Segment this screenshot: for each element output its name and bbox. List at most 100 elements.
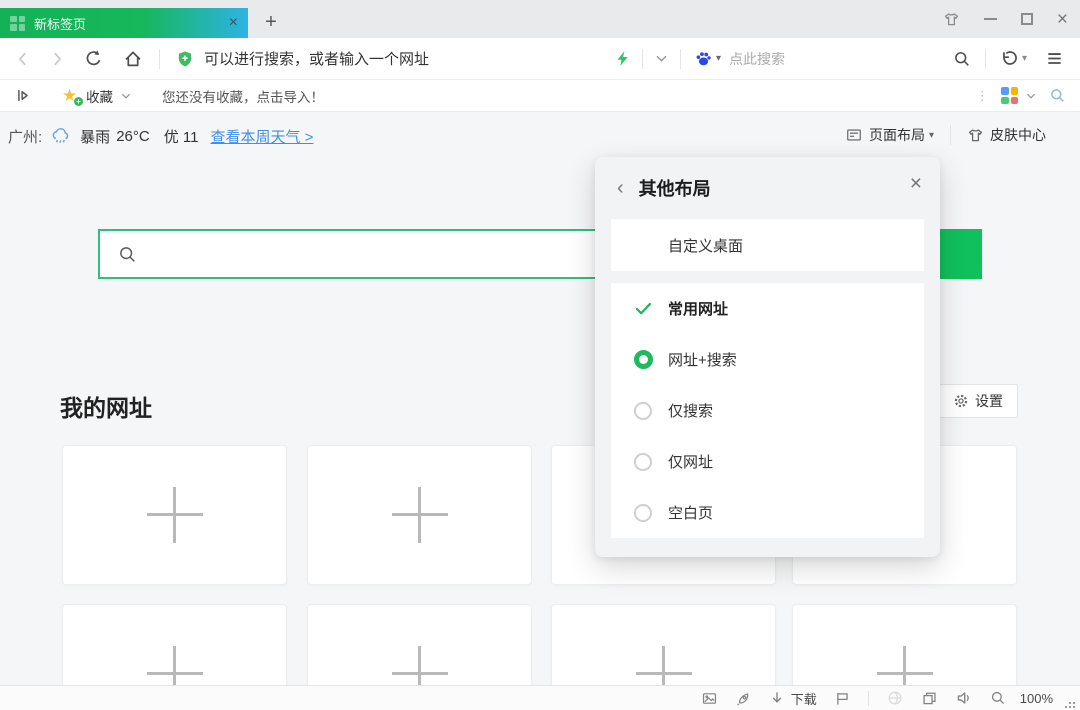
plus-icon bbox=[636, 646, 692, 685]
speaker-icon[interactable] bbox=[955, 689, 973, 707]
option-label: 空白页 bbox=[668, 502, 713, 523]
popup-header: ‹ 其他布局 × bbox=[595, 157, 940, 219]
tab-bar: 新标签页 × + × bbox=[0, 0, 1080, 38]
search-engine-caret-icon[interactable]: ▾ bbox=[716, 53, 721, 64]
toolbar-separator bbox=[680, 49, 681, 69]
option-label: 仅搜索 bbox=[668, 400, 713, 421]
add-site-tile[interactable] bbox=[307, 604, 532, 685]
status-bar: 下载 100% bbox=[0, 685, 1080, 710]
sidebar-toggle-icon[interactable] bbox=[15, 87, 32, 104]
baidu-search-engine-icon[interactable] bbox=[694, 49, 713, 68]
resize-grip[interactable] bbox=[1065, 701, 1074, 710]
download-label[interactable]: 下载 bbox=[791, 689, 817, 708]
page-layout-button[interactable]: 页面布局 bbox=[869, 125, 925, 145]
radio-icon bbox=[634, 453, 652, 471]
plus-icon bbox=[147, 487, 203, 543]
radio-icon bbox=[634, 504, 652, 522]
radio-icon bbox=[634, 402, 652, 420]
weather-city: 广州: bbox=[8, 126, 42, 147]
report-flag-icon[interactable] bbox=[834, 690, 851, 707]
other-layout-popup: ‹ 其他布局 × 自定义桌面 常用网址 网址+搜索 仅搜索 仅网址 bbox=[595, 157, 940, 557]
add-site-tile[interactable] bbox=[62, 604, 287, 685]
weather-forecast-link[interactable]: 查看本周天气 > bbox=[210, 126, 313, 147]
favorites-star-icon[interactable]: ★ + bbox=[62, 87, 80, 105]
download-arrow-icon[interactable] bbox=[769, 690, 785, 706]
maximize-button[interactable] bbox=[1021, 13, 1033, 25]
refresh-icon[interactable] bbox=[84, 49, 103, 68]
chevron-down-icon[interactable] bbox=[654, 51, 669, 66]
settings-label: 设置 bbox=[975, 391, 1003, 411]
window-close-button[interactable]: × bbox=[1057, 10, 1068, 29]
back-icon[interactable] bbox=[14, 50, 32, 68]
search-box-magnifier-icon bbox=[118, 245, 137, 264]
my-sites-title: 我的网址 bbox=[60, 389, 152, 423]
rain-cloud-icon bbox=[50, 125, 72, 147]
add-site-tile[interactable] bbox=[551, 604, 776, 685]
undo-history-icon[interactable] bbox=[1000, 49, 1019, 68]
layout-options-list: 常用网址 网址+搜索 仅搜索 仅网址 空白页 bbox=[611, 283, 924, 538]
weather-condition: 暴雨 bbox=[80, 126, 110, 147]
forward-icon[interactable] bbox=[48, 50, 66, 68]
minimize-button[interactable] bbox=[984, 18, 997, 20]
undo-caret-icon[interactable]: ▾ bbox=[1022, 53, 1027, 64]
plus-icon bbox=[392, 487, 448, 543]
toolbar-separator bbox=[642, 49, 643, 69]
images-toggle-icon[interactable] bbox=[701, 690, 718, 707]
tab-new-tab-page[interactable]: 新标签页 × bbox=[0, 8, 248, 38]
favorites-chevron-icon[interactable] bbox=[120, 90, 132, 102]
option-url-only[interactable]: 仅网址 bbox=[611, 436, 924, 487]
tab-close-icon[interactable]: × bbox=[229, 15, 238, 31]
popup-back-icon[interactable]: ‹ bbox=[617, 178, 624, 198]
boost-rocket-icon[interactable] bbox=[735, 690, 752, 707]
check-icon bbox=[634, 299, 653, 318]
add-site-tile[interactable] bbox=[792, 604, 1017, 685]
menu-hamburger-icon[interactable] bbox=[1045, 49, 1064, 68]
quick-search-input[interactable]: 点此搜索 bbox=[729, 49, 785, 69]
option-label: 常用网址 bbox=[668, 298, 728, 319]
option-common-sites[interactable]: 常用网址 bbox=[611, 283, 924, 334]
zoom-level[interactable]: 100% bbox=[1020, 691, 1053, 706]
weather-widget: 广州: 暴雨 26°C 优 11 查看本周天气 > bbox=[8, 125, 313, 147]
popup-close-icon[interactable]: × bbox=[910, 173, 922, 194]
plus-icon bbox=[877, 646, 933, 685]
security-shield-icon[interactable] bbox=[176, 50, 194, 68]
compat-globe-icon[interactable] bbox=[886, 689, 904, 707]
home-icon[interactable] bbox=[123, 49, 143, 69]
skin-icon[interactable] bbox=[943, 11, 960, 28]
radio-selected-icon bbox=[634, 350, 653, 369]
overflow-dots-icon[interactable]: ⋮ bbox=[976, 88, 989, 104]
statusbar-separator bbox=[868, 691, 869, 706]
tab-title: 新标签页 bbox=[34, 14, 229, 33]
address-toolbar: 可以进行搜索，或者输入一个网址 ▾ 点此搜索 ▾ bbox=[0, 38, 1080, 80]
favorites-label[interactable]: 收藏 bbox=[86, 86, 113, 106]
window-controls: × bbox=[943, 4, 1068, 34]
bookmarks-bar: ★ + 收藏 您还没有收藏，点击导入！ ⋮ bbox=[0, 80, 1080, 112]
add-site-tile[interactable] bbox=[307, 445, 532, 585]
browser-window: 新标签页 × + × 可以进行搜索，或者输入一个网址 ▾ 点此搜索 ▾ bbox=[0, 0, 1080, 710]
custom-desktop-item[interactable]: 自定义桌面 bbox=[611, 219, 924, 271]
add-site-tile[interactable] bbox=[62, 445, 287, 585]
option-url-plus-search[interactable]: 网址+搜索 bbox=[611, 334, 924, 385]
option-blank-page[interactable]: 空白页 bbox=[611, 487, 924, 538]
custom-desktop-label: 自定义桌面 bbox=[668, 235, 743, 256]
lightning-icon[interactable] bbox=[614, 50, 631, 67]
zoom-magnifier-icon[interactable] bbox=[990, 690, 1006, 706]
skin-center-button[interactable]: 皮肤中心 bbox=[990, 125, 1046, 145]
page-layout-caret-icon[interactable]: ▾ bbox=[929, 130, 934, 141]
plus-icon bbox=[392, 646, 448, 685]
settings-button[interactable]: 设置 bbox=[938, 384, 1018, 418]
search-icon[interactable] bbox=[953, 50, 971, 68]
option-label: 网址+搜索 bbox=[668, 349, 737, 370]
toolbar-separator bbox=[985, 49, 986, 69]
zoom-search-icon[interactable] bbox=[1049, 87, 1066, 104]
plus-icon bbox=[147, 646, 203, 685]
app-grid-chevron-icon[interactable] bbox=[1025, 90, 1037, 102]
restore-window-icon[interactable] bbox=[921, 690, 938, 707]
address-input[interactable]: 可以进行搜索，或者输入一个网址 bbox=[204, 48, 429, 69]
option-search-only[interactable]: 仅搜索 bbox=[611, 385, 924, 436]
weather-air-quality: 优 11 bbox=[164, 126, 199, 147]
new-tab-button[interactable]: + bbox=[256, 8, 286, 38]
app-grid-icon[interactable] bbox=[1001, 87, 1018, 104]
option-label: 仅网址 bbox=[668, 451, 713, 472]
bookmarks-empty-hint[interactable]: 您还没有收藏，点击导入！ bbox=[162, 86, 324, 106]
